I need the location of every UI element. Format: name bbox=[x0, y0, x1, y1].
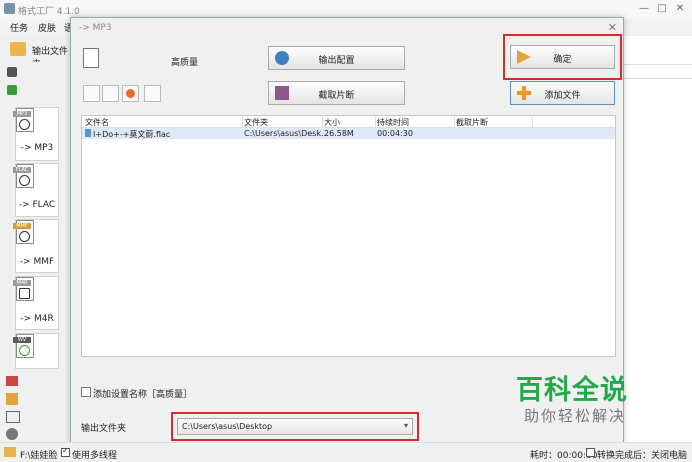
multithread-label: 使用多线程 bbox=[72, 451, 118, 461]
audio-category-icon[interactable] bbox=[7, 85, 17, 95]
folder-icon bbox=[10, 42, 26, 56]
maximize-button[interactable]: □ bbox=[654, 2, 670, 16]
add-setting-name-checkbox[interactable] bbox=[81, 387, 91, 397]
app-icon bbox=[4, 3, 15, 14]
document-category-icon[interactable] bbox=[6, 393, 18, 405]
output-folder-label: 输出文件夹 bbox=[81, 424, 127, 434]
status-path[interactable]: F:\娃娃脸 bbox=[20, 448, 58, 461]
format-m4r-label: -> M4R bbox=[20, 314, 54, 324]
remove-file-icon[interactable] bbox=[83, 85, 100, 102]
status-bar: F:\娃娃脸 ✓ 使用多线程 耗时：00:00:00 转换完成后：关闭电脑 bbox=[0, 442, 692, 462]
ok-button[interactable]: 确定 bbox=[510, 45, 615, 69]
output-folder-select[interactable]: C:\Users\asus\Desktop ▾ bbox=[177, 418, 413, 435]
shutdown-checkbox[interactable] bbox=[586, 448, 595, 457]
multithread-checkbox[interactable]: ✓ bbox=[61, 446, 70, 457]
file-table[interactable]: 文件名 文件夹 大小 持续时间 截取片断 I+Do+-+莫文蔚.flac C:\… bbox=[81, 115, 616, 357]
dialog-title: -> MP3 bbox=[79, 23, 112, 33]
left-toolbar: 输出文件夹 bbox=[0, 36, 74, 70]
menu-item-task[interactable]: 任务 bbox=[10, 21, 28, 34]
table-header: 文件名 文件夹 大小 持续时间 截取片断 bbox=[82, 116, 615, 128]
tools-icon[interactable] bbox=[6, 428, 18, 440]
minimize-button[interactable]: — bbox=[636, 2, 652, 16]
folder-icon[interactable] bbox=[4, 447, 16, 457]
watermark-subtitle: 助你轻松解决 bbox=[524, 407, 627, 425]
add-file-button[interactable]: 添加文件 bbox=[510, 81, 615, 105]
col-duration[interactable]: 持续时间 bbox=[377, 117, 409, 128]
close-window-button[interactable]: ✕ bbox=[672, 2, 688, 16]
col-filename[interactable]: 文件名 bbox=[85, 117, 109, 128]
table-row[interactable]: I+Do+-+莫文蔚.flac C:\Users\asus\Desk... 26… bbox=[82, 128, 615, 139]
left-panel: MP3 -> MP3 FLAC -> FLAC MMF -> MMF M4R -… bbox=[0, 62, 74, 442]
col-folder[interactable]: 文件夹 bbox=[244, 117, 268, 128]
play-icon[interactable] bbox=[122, 85, 139, 102]
right-panel bbox=[622, 36, 692, 442]
col-clip[interactable]: 截取片断 bbox=[456, 117, 488, 128]
format-flac-label: -> FLAC bbox=[18, 200, 56, 210]
after-done-label: 转换完成后：关闭电脑 bbox=[597, 451, 688, 461]
clip-segment-button[interactable]: 截取片断 bbox=[268, 81, 405, 105]
chevron-down-icon[interactable]: ▾ bbox=[404, 421, 408, 430]
picture-category-icon[interactable] bbox=[6, 376, 18, 386]
format-wv-tile[interactable]: WV bbox=[13, 333, 59, 369]
watermark-title: 百科全说 bbox=[516, 375, 628, 406]
menu-item-skin[interactable]: 皮肤 bbox=[38, 21, 56, 34]
app-title: 格式工厂 4.1.0 bbox=[18, 7, 80, 17]
quality-label[interactable]: 高质量 bbox=[171, 55, 198, 68]
format-mp3-label: -> MP3 bbox=[20, 143, 54, 153]
rom-device-icon[interactable] bbox=[6, 411, 20, 423]
video-category-icon[interactable] bbox=[7, 67, 17, 77]
row-duration: 00:04:30 bbox=[377, 129, 413, 138]
row-filename: I+Do+-+莫文蔚.flac bbox=[93, 130, 171, 139]
row-size: 26.58M bbox=[324, 129, 354, 138]
col-size[interactable]: 大小 bbox=[324, 117, 340, 128]
media-info-icon[interactable] bbox=[144, 85, 161, 102]
row-folder: C:\Users\asus\Desk... bbox=[244, 129, 329, 138]
right-panel-header bbox=[623, 64, 692, 79]
mp3-file-icon bbox=[83, 48, 99, 68]
format-mmf-label: -> MMF bbox=[19, 257, 55, 267]
audio-file-icon bbox=[85, 129, 91, 137]
add-setting-name-label: 添加设置名称［高质量］ bbox=[93, 390, 193, 400]
dialog-close-button[interactable]: ✕ bbox=[608, 21, 617, 34]
clear-list-icon[interactable] bbox=[102, 85, 119, 102]
output-config-button[interactable]: 输出配置 bbox=[268, 46, 405, 70]
